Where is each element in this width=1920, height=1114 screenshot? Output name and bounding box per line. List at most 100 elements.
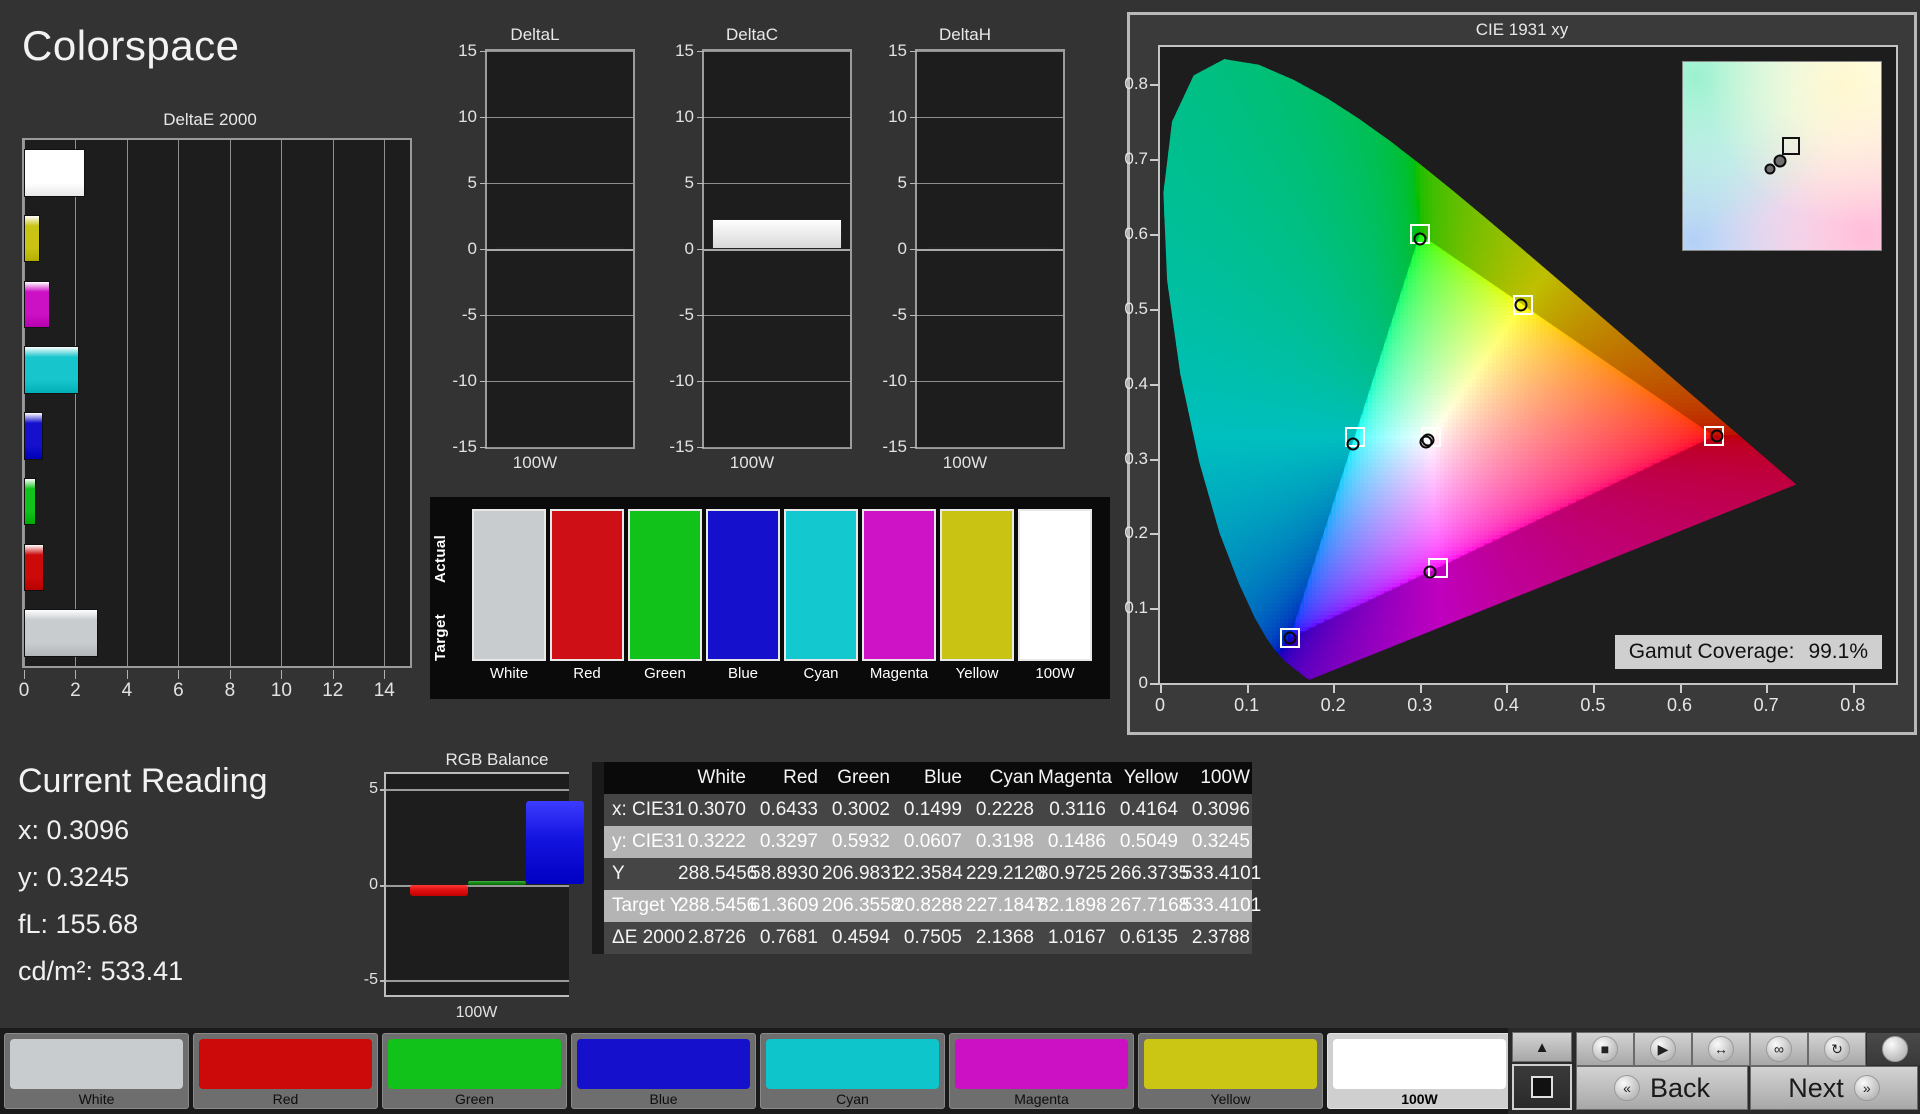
rgb-blue-bar: [526, 801, 584, 885]
table-row: Target Y 288.5456 61.3609 206.3558 20.8288 22…: [592, 890, 1252, 922]
deltae-tick-label: 4: [122, 680, 133, 702]
table-column-header: Red: [748, 762, 820, 794]
color-patch: [784, 509, 858, 661]
color-button-magenta[interactable]: Magenta: [949, 1033, 1134, 1109]
y-tick: [697, 447, 704, 448]
table-cell: 2.8726: [676, 922, 748, 954]
play-icon: ▶: [1650, 1036, 1676, 1062]
table-cell: 22.3584: [892, 858, 964, 890]
playback-control-bar: ▲ ■ ▶ ↔ ∞ ↻ « Back Next »: [1508, 1028, 1920, 1114]
table-cell: 0.1486: [1036, 826, 1108, 858]
rgb-gridline: [386, 980, 569, 982]
stop-button[interactable]: ■: [1576, 1032, 1634, 1066]
cie-y-tick-label: 0.3: [1124, 449, 1148, 469]
cie-x-tick: [1506, 685, 1508, 693]
color-button-cyan[interactable]: Cyan: [760, 1033, 945, 1109]
table-row-label: Target Y: [604, 890, 676, 922]
back-button[interactable]: « Back: [1576, 1066, 1748, 1110]
cie-measured-marker: [1283, 631, 1296, 644]
color-button-blue[interactable]: Blue: [571, 1033, 756, 1109]
patch-label: Green: [628, 665, 702, 682]
stop-measure-button[interactable]: [1512, 1064, 1572, 1110]
deltae-tick-label: 14: [374, 680, 395, 702]
y-tick: [480, 315, 487, 316]
rgb-balance-chart: RGB Balance 5 0 -5 100W: [372, 750, 622, 1020]
deltae-bar: [24, 149, 85, 196]
reading-value: 0.3245: [47, 862, 130, 892]
delta-l-chart: DeltaL 15 10 5 0 -5 -10 -15 100W: [430, 25, 640, 495]
cie-y-tick-label: 0.5: [1124, 299, 1148, 319]
gridline: [917, 381, 1063, 382]
continuous-button[interactable]: ∞: [1750, 1032, 1808, 1066]
table-cell: 0.3096: [1180, 794, 1252, 826]
measure-button[interactable]: ↔: [1692, 1032, 1750, 1066]
color-button-yellow[interactable]: Yellow: [1138, 1033, 1323, 1109]
table-row-label: Y: [604, 858, 676, 890]
blank-button[interactable]: [1866, 1032, 1920, 1066]
y-tick-label: 15: [888, 41, 907, 61]
cie-x-tick-label: 0.7: [1754, 695, 1779, 716]
gridline: [917, 447, 1063, 448]
color-patch: [706, 509, 780, 661]
cie-zoom-inset: [1682, 61, 1882, 251]
patch-label: Red: [550, 665, 624, 682]
deltae-bar: [24, 609, 98, 656]
color-swatch: [1144, 1039, 1317, 1089]
deltae-tick-label: 12: [322, 680, 343, 702]
page-title: Colorspace: [22, 22, 239, 70]
target-label: Target: [432, 589, 449, 661]
refresh-button[interactable]: ↻: [1808, 1032, 1866, 1066]
reading-row: fL: 155.68: [18, 909, 368, 940]
row-swatch: [592, 826, 604, 858]
y-tick: [910, 51, 917, 52]
y-tick: [697, 315, 704, 316]
y-tick: [697, 183, 704, 184]
color-button-label: Green: [388, 1089, 561, 1109]
table-cell: 229.2120: [964, 858, 1036, 890]
gridline: [487, 183, 633, 184]
cie-x-tick: [1247, 685, 1249, 693]
color-swatch: [1333, 1039, 1506, 1089]
table-cell: 0.3245: [1180, 826, 1252, 858]
cie-x-tick: [1766, 685, 1768, 693]
table-cell: 0.3198: [964, 826, 1036, 858]
gridline: [487, 447, 633, 448]
table-corner-header: [604, 762, 676, 794]
color-button-100w[interactable]: 100W: [1327, 1033, 1512, 1109]
chevron-right-icon: »: [1854, 1075, 1880, 1101]
delta-h-chart: DeltaH 15 10 5 0 -5 -10 -15 100W: [860, 25, 1070, 495]
color-patch: [628, 509, 702, 661]
gamut-coverage-value: 99.1%: [1808, 640, 1868, 664]
color-button-red[interactable]: Red: [193, 1033, 378, 1109]
color-patch: [1018, 509, 1092, 661]
cie-x-tick: [1593, 685, 1595, 693]
table-cell: 0.0607: [892, 826, 964, 858]
measure-icon: ↔: [1708, 1036, 1734, 1062]
play-button[interactable]: ▶: [1634, 1032, 1692, 1066]
plot-area: 15 10 5 0 -5 -10 -15: [915, 49, 1065, 449]
deltae-bar-row: [24, 403, 410, 469]
row-swatch: [592, 890, 604, 922]
cie-1931-chart: CIE 1931 xy Gamut Coverage: 99.1% 0 0.1 …: [1127, 12, 1917, 735]
patch-column: [1018, 509, 1092, 661]
deltae-tick: [24, 670, 25, 679]
color-button-green[interactable]: Green: [382, 1033, 567, 1109]
table-cell: 206.9831: [820, 858, 892, 890]
table-cell: 533.4101: [1180, 890, 1252, 922]
table-column-header: Green: [820, 762, 892, 794]
x-axis-label: 100W: [860, 453, 1070, 473]
cie-y-tick: [1150, 683, 1158, 685]
colorspace-screen: Colorspace DeltaE 2000 0 2 4 6 8 10 12 14 Delta…: [0, 0, 1920, 1114]
chevron-left-icon: «: [1614, 1075, 1640, 1101]
y-tick-label: 5: [898, 173, 907, 193]
y-tick-label: -10: [669, 371, 694, 391]
cie-measured-marker: [1422, 434, 1435, 447]
patch-column: [862, 509, 936, 661]
color-button-label: Magenta: [955, 1089, 1128, 1109]
color-button-white[interactable]: White: [4, 1033, 189, 1109]
deltae-bar: [24, 215, 40, 262]
deltae-chart-title: DeltaE 2000: [0, 110, 420, 130]
next-button[interactable]: Next »: [1750, 1066, 1918, 1110]
deltae-bar-row: [24, 600, 410, 666]
collapse-button[interactable]: ▲: [1512, 1032, 1572, 1062]
